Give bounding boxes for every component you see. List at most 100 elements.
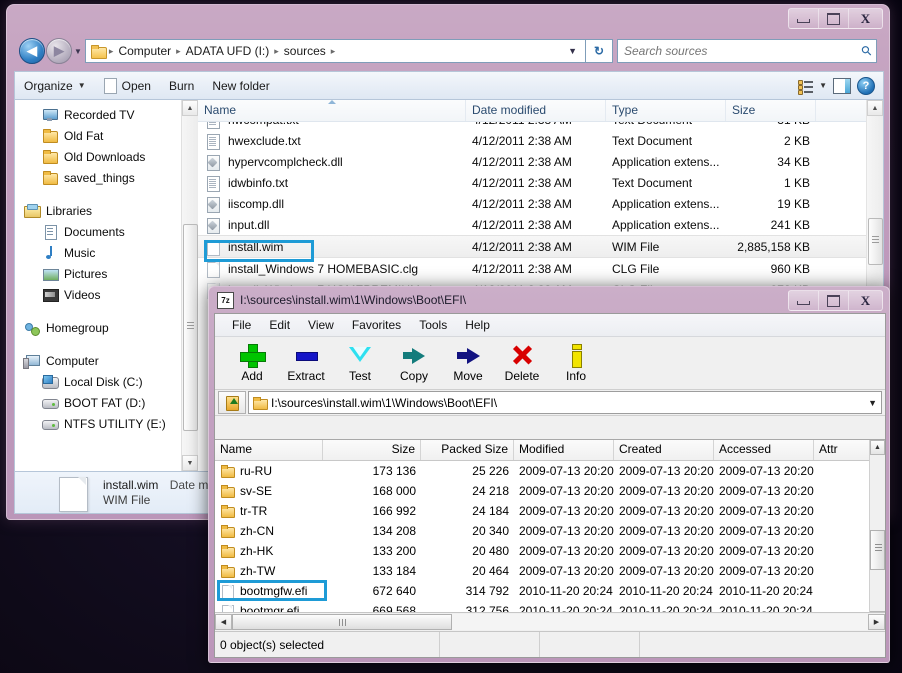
table-row[interactable]: sv-SE 168 000 24 218 2009-07-13 20:20 20…	[215, 481, 885, 501]
breadcrumb[interactable]: ▸ Computer ▸ ADATA UFD (I:) ▸ sources ▸ …	[84, 39, 586, 63]
table-row[interactable]: zh-TW 133 184 20 464 2009-07-13 20:20 20…	[215, 561, 885, 581]
table-row[interactable]: idwbinfo.txt 4/12/2011 2:38 AM Text Docu…	[198, 172, 883, 193]
sevenzip-horizontal-scrollbar[interactable]: ◀ ▶	[215, 612, 885, 631]
breadcrumb-item-sources[interactable]: sources	[280, 43, 330, 59]
scroll-up-icon[interactable]: ▲	[182, 100, 198, 116]
breadcrumb-dropdown-caret-icon[interactable]: ▼	[568, 46, 581, 56]
help-icon[interactable]: ?	[857, 76, 875, 95]
sidebar-item-recorded-tv[interactable]: Recorded TV	[15, 104, 198, 125]
table-row[interactable]: hwexclude.txt 4/12/2011 2:38 AM Text Doc…	[198, 130, 883, 151]
column-header-created[interactable]: Created	[614, 440, 714, 460]
scrollbar-thumb[interactable]	[183, 224, 198, 431]
test-label: Test	[348, 369, 371, 383]
table-row[interactable]: iiscomp.dll 4/12/2011 2:38 AM Applicatio…	[198, 193, 883, 214]
sevenzip-vertical-scrollbar[interactable]: ▲ ▼	[869, 440, 885, 626]
explorer-close-button[interactable]: X	[849, 9, 882, 28]
table-row-selected[interactable]: bootmgfw.efi 672 640 314 792 2010-11-20 …	[215, 581, 885, 601]
scroll-up-icon[interactable]: ▲	[867, 100, 883, 116]
menu-edit[interactable]: Edit	[260, 316, 299, 334]
column-header-type[interactable]: Type	[606, 100, 726, 121]
column-header-accessed[interactable]: Accessed	[714, 440, 814, 460]
breadcrumb-item-drive[interactable]: ADATA UFD (I:)	[182, 43, 274, 59]
column-header-modified[interactable]: Modified	[514, 440, 614, 460]
table-row-selected[interactable]: install.wim 4/12/2011 2:38 AM WIM File 2…	[198, 235, 883, 258]
column-header-size[interactable]: Size	[323, 440, 421, 460]
scroll-down-icon[interactable]: ▼	[182, 455, 198, 471]
open-button[interactable]: Open	[95, 75, 160, 97]
burn-button[interactable]: Burn	[160, 76, 203, 96]
test-button[interactable]: Test	[333, 343, 387, 383]
sidebar-item-music[interactable]: Music	[15, 242, 198, 263]
sevenzip-close-button[interactable]: X	[849, 291, 882, 310]
documents-icon	[41, 224, 59, 240]
menu-tools[interactable]: Tools	[410, 316, 456, 334]
info-button[interactable]: Info	[549, 343, 603, 383]
sidebar-item-ntfs-utility-e[interactable]: NTFS UTILITY (E:)	[15, 413, 198, 434]
sevenzip-title-bar[interactable]: 7z I:\sources\install.wim\1\Windows\Boot…	[209, 287, 889, 313]
sidebar-item-saved-things[interactable]: saved_things	[15, 167, 198, 188]
table-row[interactable]: input.dll 4/12/2011 2:38 AM Application …	[198, 214, 883, 235]
hscroll-track[interactable]	[232, 614, 868, 630]
menu-file[interactable]: File	[223, 316, 260, 334]
extract-button[interactable]: Extract	[279, 343, 333, 383]
hscroll-thumb[interactable]	[232, 614, 452, 630]
sevenzip-maximize-button[interactable]	[819, 291, 849, 310]
back-button[interactable]: ◀	[19, 38, 45, 64]
scroll-right-icon[interactable]: ▶	[868, 614, 885, 630]
table-row[interactable]: hypervcomplcheck.dll 4/12/2011 2:38 AM A…	[198, 151, 883, 172]
sevenzip-minimize-button[interactable]	[789, 291, 819, 310]
copy-button[interactable]: Copy	[387, 343, 441, 383]
path-field[interactable]: I:\sources\install.wim\1\Windows\Boot\EF…	[248, 391, 882, 414]
scroll-up-icon[interactable]: ▲	[870, 440, 885, 455]
sidebar-item-boot-fat-d[interactable]: BOOT FAT (D:)	[15, 392, 198, 413]
menu-favorites[interactable]: Favorites	[343, 316, 410, 334]
up-one-level-button[interactable]	[218, 391, 246, 414]
sidebar-item-videos[interactable]: Videos	[15, 284, 198, 305]
preview-pane-icon[interactable]	[833, 77, 851, 94]
column-header-date-modified[interactable]: Date modified	[466, 100, 606, 121]
table-row[interactable]: zh-HK 133 200 20 480 2009-07-13 20:20 20…	[215, 541, 885, 561]
menu-help[interactable]: Help	[456, 316, 499, 334]
column-header-attributes[interactable]: Attr	[814, 440, 871, 460]
table-row[interactable]: zh-CN 134 208 20 340 2009-07-13 20:20 20…	[215, 521, 885, 541]
table-row[interactable]: tr-TR 166 992 24 184 2009-07-13 20:20 20…	[215, 501, 885, 521]
table-row[interactable]: hwcompat.txt 4/12/2011 2:38 AM Text Docu…	[198, 122, 883, 130]
search-input[interactable]	[622, 43, 863, 59]
delete-button[interactable]: Delete	[495, 343, 549, 383]
chevron-down-icon[interactable]: ▼	[868, 398, 877, 408]
sidebar-item-old-downloads[interactable]: Old Downloads	[15, 146, 198, 167]
table-row[interactable]: install_Windows 7 HOMEBASIC.clg 4/12/201…	[198, 258, 883, 279]
column-header-name[interactable]: Name	[198, 100, 466, 121]
refresh-button[interactable]: ↻	[586, 39, 613, 63]
recent-pages-caret-icon[interactable]: ▼	[74, 47, 82, 56]
sidebar-item-old-fat[interactable]: Old Fat	[15, 125, 198, 146]
scrollbar-thumb[interactable]	[870, 530, 885, 570]
navigation-pane-scrollbar[interactable]: ▲ ▼	[181, 100, 198, 471]
sidebar-item-local-disk-c[interactable]: Local Disk (C:)	[15, 371, 198, 392]
search-box[interactable]: ⚲	[617, 39, 877, 63]
move-button[interactable]: Move	[441, 343, 495, 383]
views-chevron-down-icon[interactable]: ▼	[819, 81, 827, 90]
column-header-name[interactable]: Name	[215, 440, 323, 460]
organize-button[interactable]: Organize ▼	[15, 76, 95, 96]
forward-button[interactable]: ▶	[46, 38, 72, 64]
breadcrumb-item-computer[interactable]: Computer	[114, 43, 175, 59]
explorer-maximize-button[interactable]	[819, 9, 849, 28]
sidebar-item-libraries[interactable]: Libraries	[15, 200, 198, 221]
sidebar-item-documents[interactable]: Documents	[15, 221, 198, 242]
new-folder-button[interactable]: New folder	[203, 76, 278, 96]
sidebar-item-pictures[interactable]: Pictures	[15, 263, 198, 284]
sidebar-item-homegroup[interactable]: Homegroup	[15, 317, 198, 338]
scrollbar-thumb[interactable]	[868, 218, 883, 265]
column-header-packed-size[interactable]: Packed Size	[421, 440, 514, 460]
column-header-size[interactable]: Size	[726, 100, 816, 121]
sidebar-item-computer[interactable]: Computer	[15, 350, 198, 371]
menu-view[interactable]: View	[299, 316, 343, 334]
add-button[interactable]: Add	[225, 343, 279, 383]
explorer-title-bar[interactable]: X	[7, 5, 889, 35]
table-row[interactable]: ru-RU 173 136 25 226 2009-07-13 20:20 20…	[215, 461, 885, 481]
sevenzip-window-title: I:\sources\install.wim\1\Windows\Boot\EF…	[240, 293, 467, 307]
scroll-left-icon[interactable]: ◀	[215, 614, 232, 630]
explorer-minimize-button[interactable]	[789, 9, 819, 28]
views-icon[interactable]	[798, 79, 814, 95]
